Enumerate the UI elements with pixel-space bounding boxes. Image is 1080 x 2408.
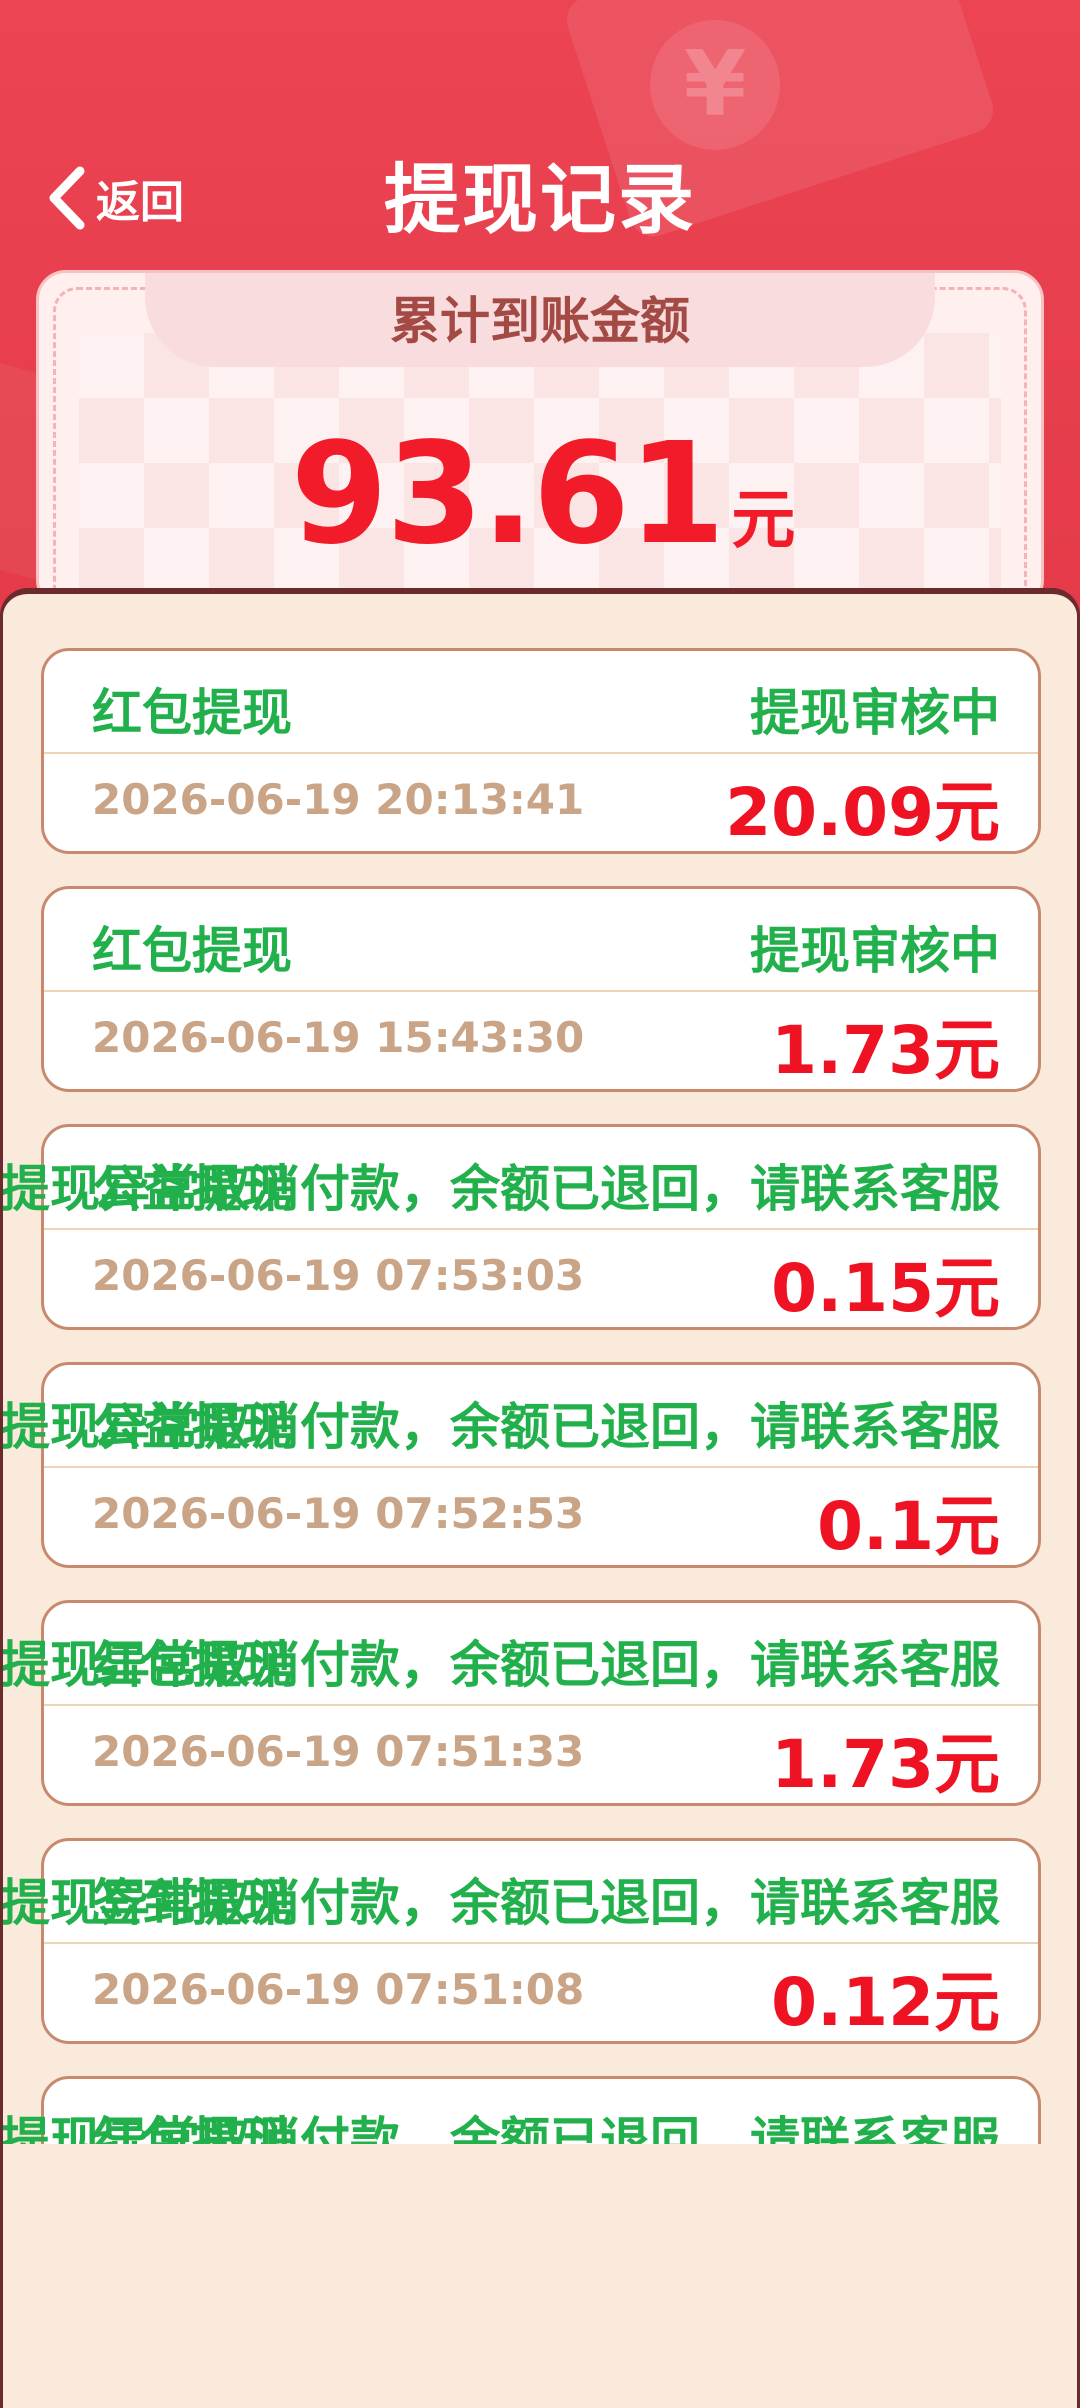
list-item[interactable]: 红包提现 提现异常取消付款，余额已退回，请联系客服 [3, 2076, 1041, 2144]
record-status: 提现异常取消付款，余额已退回，请联系客服 [3, 1874, 1000, 1932]
record-status: 提现异常取消付款，余额已退回，请联系客服 [3, 1636, 1000, 1694]
total-amount-unit: 元 [731, 484, 796, 558]
record-amount: 20.09元 [725, 774, 1000, 851]
record-status: 提现异常取消付款，余额已退回，请联系客服 [3, 1160, 1000, 1218]
record-amount: 0.12元 [771, 1964, 1000, 2041]
divider [44, 1704, 1038, 1706]
yuan-coin-icon: ¥ [650, 20, 780, 150]
record-status: 提现异常取消付款，余额已退回，请联系客服 [3, 1398, 1000, 1456]
record-status: 提现审核中 [750, 922, 1000, 980]
withdraw-record-list[interactable]: 红包提现 提现审核中 2026-06-19 20:13:41 20.09元 红包… [0, 588, 1080, 2408]
list-item[interactable]: 签到提现 提现异常取消付款，余额已退回，请联系客服 2026-06-19 07:… [3, 1838, 1041, 2044]
record-status: 提现审核中 [750, 684, 1000, 742]
record-type: 红包提现 [92, 684, 292, 742]
record-date: 2026-06-19 20:13:41 [92, 775, 585, 824]
list-item[interactable]: 公益提现 提现异常取消付款，余额已退回，请联系客服 2026-06-19 07:… [3, 1124, 1041, 1330]
record-date: 2026-06-19 07:51:33 [92, 1727, 585, 1776]
total-amount: 93.61 元 [39, 413, 1041, 576]
record-date: 2026-06-19 07:51:08 [92, 1965, 585, 2014]
divider [44, 990, 1038, 992]
record-amount: 0.15元 [771, 1250, 1000, 1327]
record-amount: 1.73元 [771, 1726, 1000, 1803]
record-amount: 0.1元 [817, 1488, 1000, 1565]
record-status: 提现异常取消付款，余额已退回，请联系客服 [3, 2112, 1000, 2144]
list-item[interactable]: 红包提现 提现异常取消付款，余额已退回，请联系客服 2026-06-19 07:… [3, 1600, 1041, 1806]
record-amount: 1.73元 [771, 1012, 1000, 1089]
total-amount-value: 93.61 [290, 413, 726, 576]
divider [44, 752, 1038, 754]
record-date: 2026-06-19 07:52:53 [92, 1489, 585, 1538]
list-item[interactable]: 红包提现 提现审核中 2026-06-19 15:43:30 1.73元 [41, 886, 1041, 1092]
list-item[interactable]: 公益提现 提现异常取消付款，余额已退回，请联系客服 2026-06-19 07:… [3, 1362, 1041, 1568]
page-title: 提现记录 [384, 155, 696, 244]
total-amount-card: 累计到账金额 93.61 元 [36, 270, 1044, 610]
divider [44, 1466, 1038, 1468]
record-date: 2026-06-19 15:43:30 [92, 1013, 585, 1062]
divider [44, 1942, 1038, 1944]
record-type: 红包提现 [92, 922, 292, 980]
total-label: 累计到账金额 [145, 273, 935, 367]
list-viewport[interactable]: 红包提现 提现审核中 2026-06-19 20:13:41 20.09元 红包… [3, 594, 1077, 2144]
record-date: 2026-06-19 07:53:03 [92, 1251, 585, 1300]
list-item[interactable]: 红包提现 提现审核中 2026-06-19 20:13:41 20.09元 [41, 648, 1041, 854]
divider [44, 1228, 1038, 1230]
